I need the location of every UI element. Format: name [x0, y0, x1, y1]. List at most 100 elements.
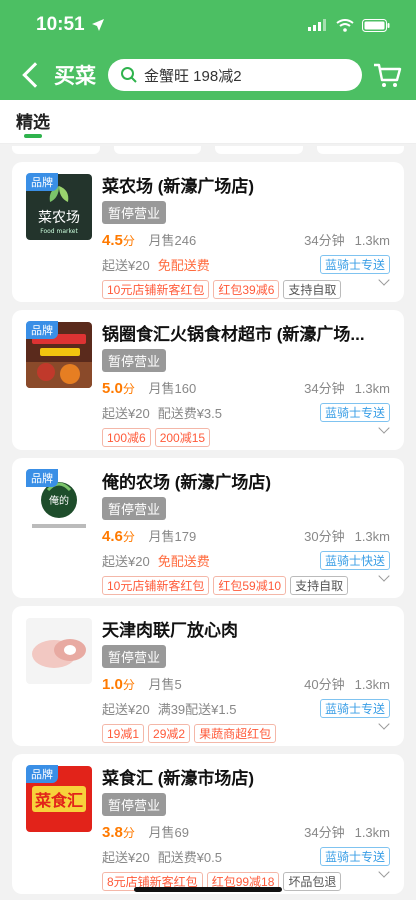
promo-tag: 果蔬商超红包 — [194, 724, 277, 743]
status-time: 10:51 — [36, 14, 105, 36]
rating-row: 5.0分 月售160 34分钟 1.3km — [102, 378, 390, 397]
rating-unit: 分 — [122, 382, 135, 396]
rating-unit: 分 — [122, 678, 135, 692]
svg-text:Food market: Food market — [40, 228, 78, 235]
store-list: 品牌 菜农场 Food market 菜农场 (新濠广场店) 暂停营业 4.5分… — [0, 144, 416, 894]
promo-tag: 支持自取 — [283, 280, 342, 299]
rating-value: 3.8 — [102, 824, 123, 841]
store-name: 菜食汇 (新濠市场店) — [102, 769, 255, 788]
wifi-icon — [336, 18, 354, 32]
brand-badge: 品牌 — [26, 469, 58, 487]
home-indicator[interactable] — [134, 887, 282, 892]
store-name: 菜农场 (新濠广场店) — [102, 177, 255, 196]
store-card[interactable]: 天津肉联厂放心肉 暂停营业 1.0分 月售5 40分钟 1.3km 起送¥20 满3… — [12, 606, 404, 746]
delivery-fee: 配送费¥3.5 — [157, 406, 223, 421]
distance: 1.3km — [354, 233, 390, 248]
store-card[interactable]: 品牌 锅圈食汇火锅食材超市 (新濠广场... 暂停营业 5.0分 月售160 3… — [12, 310, 404, 450]
promo-tag: 29减2 — [148, 724, 191, 743]
promo-tags: 19减1 29减2 果蔬商超红包 — [102, 724, 390, 743]
header: 10:51 买菜 金蟹旺 198减2 — [0, 0, 416, 100]
status-badge: 暂停营业 — [102, 201, 167, 224]
brand-badge: 品牌 — [26, 321, 58, 339]
tab-bar: 精选 — [0, 100, 416, 144]
delivery-badge: 蓝骑士专送 — [319, 403, 390, 422]
store-rating: 4.6分 — [102, 528, 135, 545]
fee-row: 起送¥20 满39配送¥1.5 蓝骑士专送 — [102, 699, 390, 718]
store-card[interactable]: 品牌 菜农场 Food market 菜农场 (新濠广场店) 暂停营业 4.5分… — [12, 162, 404, 302]
promo-tag: 19减1 — [102, 724, 145, 743]
status-badge: 暂停营业 — [102, 645, 167, 668]
store-rating: 4.5分 — [102, 232, 135, 249]
monthly-sales: 月售69 — [148, 825, 189, 840]
promo-tag: 红包39减6 — [213, 280, 280, 299]
min-order: 起送¥20 — [102, 850, 150, 865]
location-arrow-icon — [91, 19, 104, 31]
promo-tag: 10元店铺新客红包 — [102, 576, 210, 595]
delivery-badge: 蓝骑士专送 — [319, 847, 390, 866]
promo-tag: 坏品包退 — [283, 872, 342, 891]
list-top-strip — [12, 144, 404, 156]
fee-row: 起送¥20 配送费¥0.5 蓝骑士专送 — [102, 847, 390, 866]
nav-bar: 买菜 金蟹旺 198减2 — [0, 50, 416, 100]
fee-row: 起送¥20 配送费¥3.5 蓝骑士专送 — [102, 403, 390, 422]
min-order: 起送¥20 — [102, 554, 150, 569]
svg-text:菜农场: 菜农场 — [38, 210, 80, 226]
search-placeholder: 金蟹旺 198减2 — [144, 67, 242, 85]
delivery-time: 40分钟 — [304, 677, 345, 692]
rating-row: 4.6分 月售179 30分钟 1.3km — [102, 526, 390, 545]
promo-tag: 红包59减10 — [213, 576, 287, 595]
store-name: 俺的农场 (新濠广场店) — [102, 473, 272, 492]
cart-icon[interactable] — [372, 60, 402, 90]
status-bar: 10:51 — [0, 0, 416, 50]
delivery-time: 34分钟 — [304, 825, 345, 840]
signal-icon — [308, 19, 326, 31]
store-info: 俺的农场 (新濠广场店) 暂停营业 4.6分 月售179 30分钟 1.3km 起… — [102, 468, 390, 595]
monthly-sales: 月售179 — [148, 529, 197, 544]
distance: 1.3km — [354, 677, 390, 692]
promo-tag: 10元店铺新客红包 — [102, 280, 210, 299]
search-input[interactable]: 金蟹旺 198减2 — [108, 59, 362, 91]
tab-indicator — [24, 134, 42, 138]
rating-unit: 分 — [122, 530, 135, 544]
time-text: 10:51 — [36, 14, 85, 35]
promo-tag: 支持自取 — [290, 576, 349, 595]
min-order: 起送¥20 — [102, 258, 150, 273]
monthly-sales: 月售5 — [148, 677, 182, 692]
delivery-badge: 蓝骑士专送 — [319, 699, 390, 718]
promo-tags: 10元店铺新客红包 红包59减10 支持自取 — [102, 576, 390, 595]
svg-text:俺的: 俺的 — [49, 494, 69, 507]
promo-tags: 100减6 200减15 — [102, 428, 390, 447]
status-badge: 暂停营业 — [102, 793, 167, 816]
store-info: 锅圈食汇火锅食材超市 (新濠广场... 暂停营业 5.0分 月售160 34分钟… — [102, 320, 390, 447]
delivery-time: 30分钟 — [304, 529, 345, 544]
distance: 1.3km — [354, 825, 390, 840]
rating-row: 3.8分 月售69 34分钟 1.3km — [102, 822, 390, 841]
delivery-badge: 蓝骑士专送 — [319, 255, 390, 274]
rating-unit: 分 — [122, 234, 135, 248]
delivery-time: 34分钟 — [304, 233, 345, 248]
back-icon[interactable] — [22, 62, 48, 88]
tab-featured[interactable]: 精选 — [16, 108, 50, 133]
brand-badge: 品牌 — [26, 765, 58, 783]
rating-value: 1.0 — [102, 676, 123, 693]
distance: 1.3km — [354, 529, 390, 544]
rating-row: 4.5分 月售246 34分钟 1.3km — [102, 230, 390, 249]
fee-row: 起送¥20 免配送费 蓝骑士专送 — [102, 255, 390, 274]
search-icon — [121, 67, 137, 83]
rating-unit: 分 — [122, 826, 135, 840]
rating-value: 4.6 — [102, 528, 123, 545]
min-order: 起送¥20 — [102, 406, 150, 421]
store-logo — [26, 618, 92, 684]
brand-badge: 品牌 — [26, 173, 58, 191]
store-rating: 5.0分 — [102, 380, 135, 397]
status-badge: 暂停营业 — [102, 497, 167, 520]
fee-row: 起送¥20 免配送费 蓝骑士快送 — [102, 551, 390, 570]
store-rating: 3.8分 — [102, 824, 135, 841]
store-card[interactable]: 品牌 菜食汇 菜食汇 (新濠市场店) 暂停营业 3.8分 月售69 34分钟 1.… — [12, 754, 404, 894]
store-info: 菜农场 (新濠广场店) 暂停营业 4.5分 月售246 34分钟 1.3km 起送… — [102, 172, 390, 299]
store-card[interactable]: 品牌 俺的 俺的农场 (新濠广场店) 暂停营业 4.6分 月售179 30分钟 1… — [12, 458, 404, 598]
status-icons — [308, 18, 390, 32]
store-rating: 1.0分 — [102, 676, 135, 693]
min-order: 起送¥20 — [102, 702, 150, 717]
rating-value: 4.5 — [102, 232, 123, 249]
